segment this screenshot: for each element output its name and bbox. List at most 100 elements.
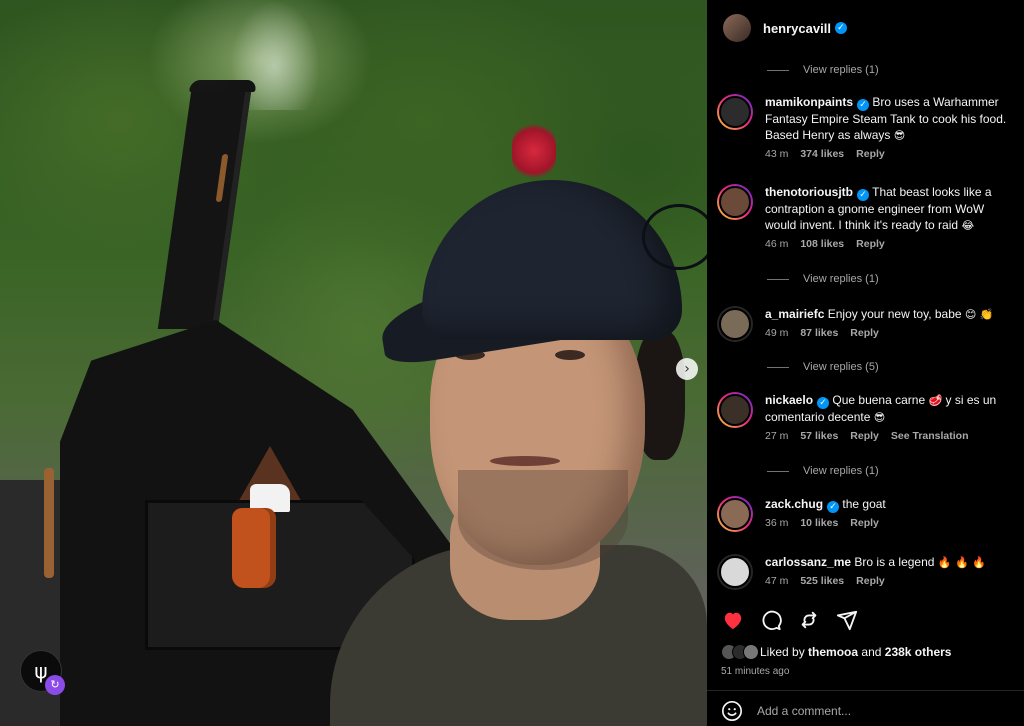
replies-dash (767, 470, 789, 472)
post-header: henrycavill ✓ (707, 0, 1024, 56)
reply-button[interactable]: Reply (856, 238, 885, 250)
liker-avatar[interactable] (743, 644, 759, 660)
view-replies-link[interactable]: View replies (5) (767, 361, 879, 373)
replies-dash (767, 366, 789, 368)
liked-by-user[interactable]: themooa (808, 645, 858, 659)
reply-button[interactable]: Reply (850, 430, 879, 442)
comment-likes[interactable]: 525 likes (800, 575, 844, 587)
comment-item: a_mairiefc Enjoy your new toy, babe 😊 👏 … (717, 306, 1017, 342)
chimney-handle (215, 154, 229, 202)
reply-button[interactable]: Reply (850, 517, 879, 529)
comments-panel: henrycavill ✓ View replies (1) mamikonpa… (707, 0, 1024, 726)
comment-item: mamikonpaints ✓ Bro uses a Warhammer Fant… (717, 94, 1017, 160)
comment-meta: 49 m 87 likes Reply (765, 327, 1017, 339)
replies-dash (767, 278, 789, 280)
view-replies-label: View replies (1) (803, 64, 879, 76)
comment-time: 27 m (765, 430, 789, 442)
comment-avatar[interactable] (717, 94, 753, 130)
emoji: 🔥 🔥 🔥 (937, 556, 986, 569)
comment-likes[interactable]: 10 likes (800, 517, 838, 529)
liker-avatars (721, 644, 759, 660)
see-translation-link[interactable]: See Translation (891, 430, 969, 442)
liked-by-and: and (861, 645, 882, 659)
comment-content: Bro is a legend (854, 555, 935, 569)
comment-text: nickaelo ✓ Que buena carne 🥩 y si es un c… (765, 392, 1017, 426)
view-replies-link[interactable]: View replies (1) (767, 465, 879, 477)
view-replies-label: View replies (1) (803, 465, 879, 477)
liked-by-prefix: Liked by (760, 645, 805, 659)
comment-content: the goat (842, 497, 886, 511)
view-replies-link[interactable]: View replies (1) (767, 64, 879, 76)
liked-by-others[interactable]: 238k others (885, 645, 952, 659)
comment-username[interactable]: nickaelo (765, 393, 813, 407)
comment-meta: 46 m 108 likes Reply (765, 238, 1017, 250)
replies-dash (767, 69, 789, 71)
comment-text: thenotoriousjtb ✓ That beast looks like a… (765, 184, 1017, 234)
comment-item: thenotoriousjtb ✓ That beast looks like a… (717, 184, 1017, 250)
author-avatar[interactable] (723, 14, 751, 42)
comment-likes[interactable]: 57 likes (800, 430, 838, 442)
comment-time: 36 m (765, 517, 789, 529)
comment-username[interactable]: zack.chug (765, 497, 823, 511)
comment-text: zack.chug ✓ the goat (765, 496, 1017, 513)
verified-badge-icon: ✓ (857, 99, 870, 111)
view-replies-label: View replies (5) (803, 361, 879, 373)
post-photo[interactable]: › ψ ↻ (0, 0, 707, 726)
comment-avatar[interactable] (717, 184, 753, 220)
reply-button[interactable]: Reply (856, 148, 885, 160)
chimney-cap (189, 80, 257, 92)
emoji: 😎 (873, 411, 886, 424)
comment-input[interactable] (757, 704, 1007, 718)
comment-meta: 47 m 525 likes Reply (765, 575, 1017, 587)
comment-text: a_mairiefc Enjoy your new toy, babe 😊 👏 (765, 306, 1017, 323)
emoji: 😂 (961, 219, 975, 232)
liked-by-row: Liked by themooa and 238k others (721, 644, 951, 660)
comment-meta: 36 m 10 likes Reply (765, 517, 1017, 529)
cap-logo (642, 204, 707, 270)
chevron-right-icon[interactable]: › (676, 358, 698, 380)
comment-username[interactable]: a_mairiefc (765, 307, 824, 321)
right-eye (555, 350, 585, 360)
comment-time: 43 m (765, 148, 789, 160)
smoker-chimney (157, 80, 257, 329)
verified-badge-icon: ✓ (827, 501, 840, 513)
repost-icon[interactable] (797, 608, 821, 632)
comment-time: 46 m (765, 238, 789, 250)
red-flowers (512, 122, 556, 180)
comment-username[interactable]: carlossanz_me (765, 555, 851, 569)
view-replies-link[interactable]: View replies (1) (767, 273, 879, 285)
comment-icon[interactable] (759, 608, 783, 632)
reply-button[interactable]: Reply (850, 327, 879, 339)
comment-likes[interactable]: 108 likes (800, 238, 844, 250)
smile-icon[interactable] (721, 700, 743, 722)
comment-item: carlossanz_me Bro is a legend 🔥 🔥 🔥 47 m… (717, 554, 1017, 590)
verified-badge-icon: ✓ (834, 22, 847, 34)
comment-item: zack.chug ✓ the goat 36 m 10 likes Reply (717, 496, 1017, 532)
author-username[interactable]: henrycavill (763, 21, 831, 36)
emoji: 🥩 (928, 394, 943, 407)
verified-badge-icon: ✓ (856, 189, 869, 201)
reels-badge-icon: ↻ (45, 675, 65, 695)
comment-username[interactable]: thenotoriousjtb (765, 185, 853, 199)
comment-meta: 43 m 374 likes Reply (765, 148, 1017, 160)
comment-text: mamikonpaints ✓ Bro uses a Warhammer Fant… (765, 94, 1017, 144)
comment-avatar[interactable] (717, 306, 753, 342)
comment-username[interactable]: mamikonpaints (765, 95, 853, 109)
comment-content: Enjoy your new toy, babe (827, 307, 962, 321)
comment-time: 47 m (765, 575, 789, 587)
reply-button[interactable]: Reply (856, 575, 885, 587)
verified-badge-icon: ✓ (817, 397, 830, 409)
comment-avatar[interactable] (717, 554, 753, 590)
comment-likes[interactable]: 87 likes (800, 327, 838, 339)
stubble (458, 470, 628, 570)
comment-likes[interactable]: 374 likes (800, 148, 844, 160)
comment-time: 49 m (765, 327, 789, 339)
heart-icon[interactable] (721, 608, 745, 632)
send-icon[interactable] (835, 608, 859, 632)
view-replies-label: View replies (1) (803, 273, 879, 285)
person (330, 180, 707, 726)
comment-avatar[interactable] (717, 392, 753, 428)
add-comment-bar (721, 700, 1007, 722)
comment-text: carlossanz_me Bro is a legend 🔥 🔥 🔥 (765, 554, 1017, 571)
comment-avatar[interactable] (717, 496, 753, 532)
